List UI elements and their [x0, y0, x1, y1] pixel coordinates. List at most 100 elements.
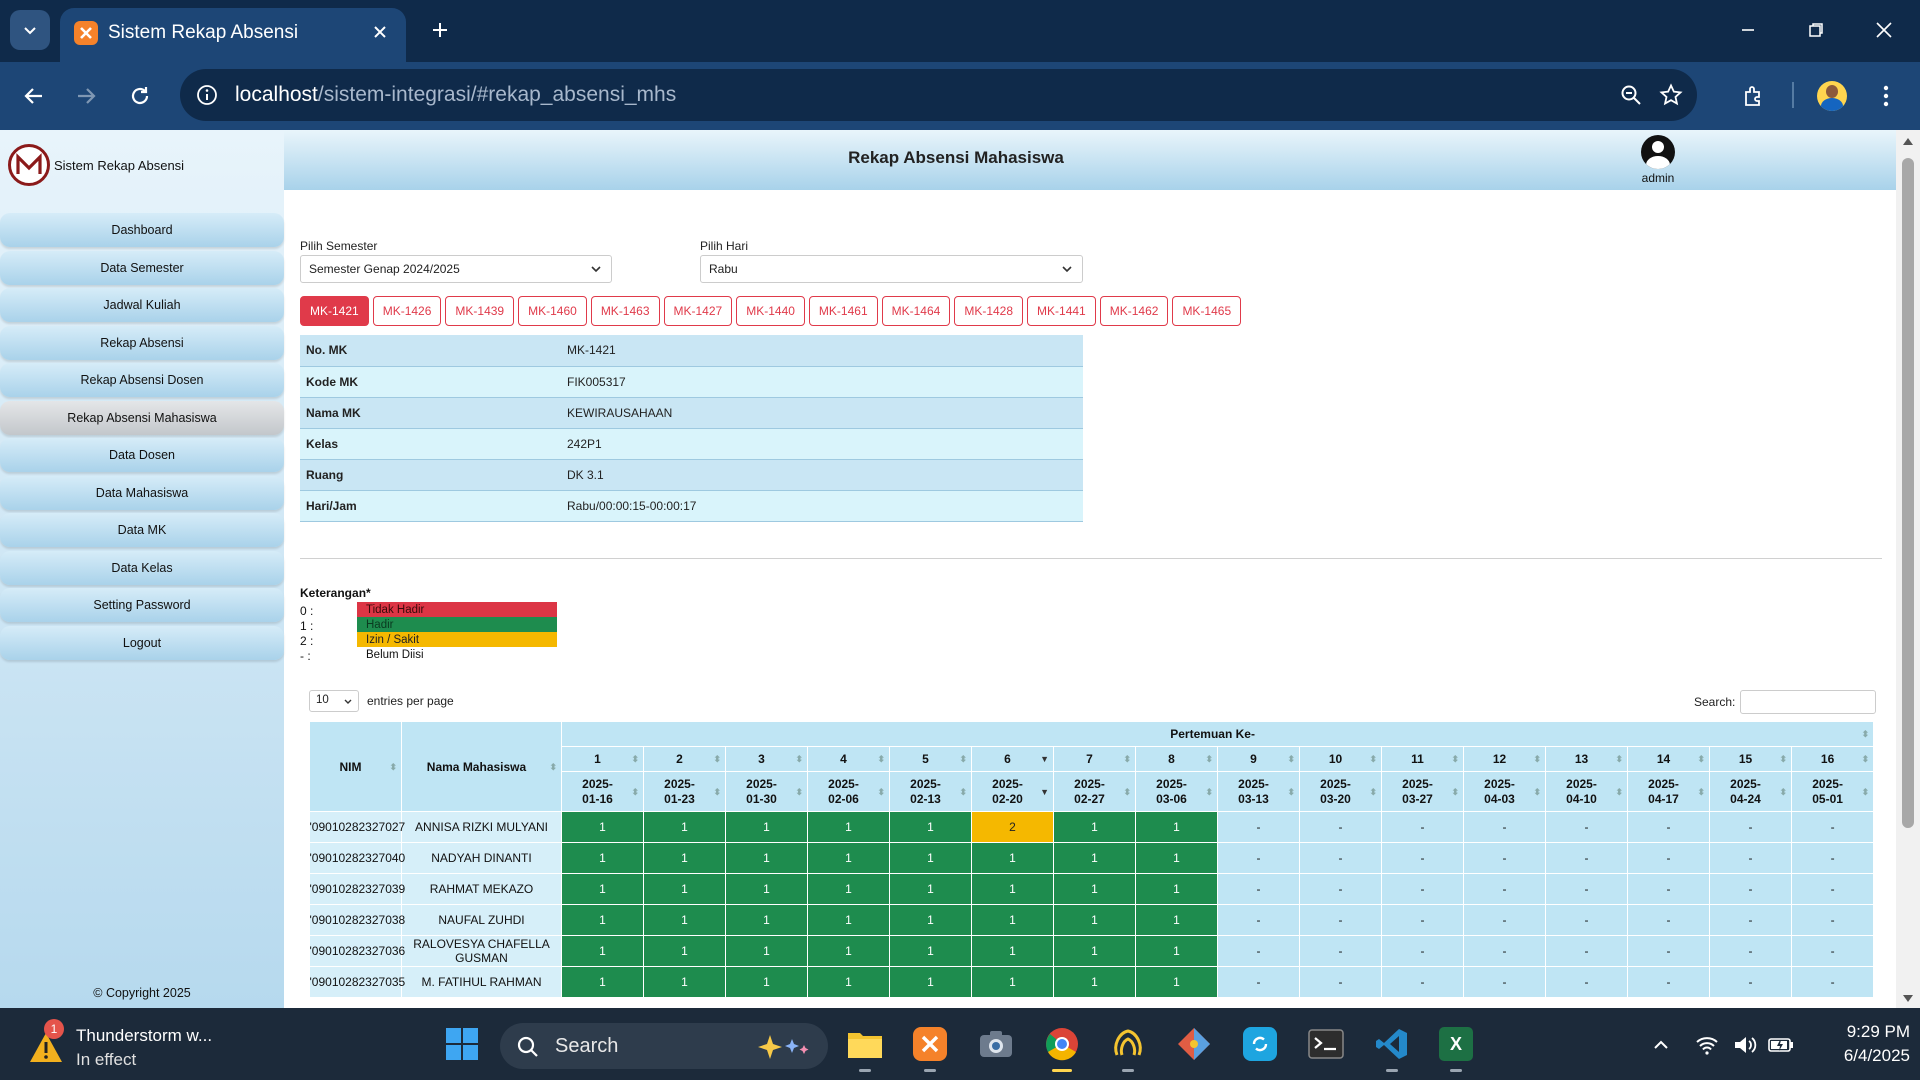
cell-attendance[interactable]: - — [1627, 842, 1710, 874]
cell-attendance[interactable]: 1 — [889, 842, 972, 874]
tab-search-dropdown[interactable] — [10, 10, 50, 50]
cell-attendance[interactable]: - — [1381, 811, 1464, 843]
table-row[interactable]: '09010282327039 RAHMAT MEKAZO 1 1 1 1 1 1 1 1- - - -… — [309, 873, 1873, 905]
cell-attendance[interactable]: 1 — [643, 873, 726, 905]
cell-attendance[interactable]: - — [1381, 842, 1464, 874]
profile-button[interactable] — [1814, 78, 1850, 114]
column-header-meeting[interactable]: 16 ⬍ — [1790, 746, 1873, 772]
site-info-icon[interactable] — [194, 82, 220, 108]
column-header-meeting[interactable]: 1 ⬍ — [561, 746, 644, 772]
battery-status[interactable] — [1766, 1030, 1796, 1060]
system-clock[interactable]: 9:29 PM 6/4/2025 — [1810, 1020, 1910, 1068]
taskbar-search[interactable]: Search — [500, 1023, 828, 1069]
cell-attendance[interactable]: 1 — [889, 873, 972, 905]
column-header-date[interactable]: 2025- 02-20 ▼ — [971, 771, 1054, 812]
cell-attendance[interactable]: 2 — [971, 811, 1054, 843]
cell-attendance[interactable]: - — [1299, 811, 1382, 843]
browser-menu-button[interactable] — [1868, 78, 1904, 114]
tray-app-yellow[interactable] — [1106, 1022, 1150, 1072]
sidebar-item-data-kelas[interactable]: Data Kelas — [0, 550, 284, 585]
cell-attendance[interactable]: - — [1627, 935, 1710, 967]
sidebar-item-data-mk[interactable]: Data MK — [0, 513, 284, 547]
volume-status[interactable] — [1730, 1030, 1760, 1060]
cell-attendance[interactable]: - — [1627, 811, 1710, 843]
cell-attendance[interactable]: - — [1709, 873, 1792, 905]
cell-attendance[interactable]: - — [1217, 966, 1300, 998]
tab-mk-1464[interactable]: MK-1464 — [881, 296, 951, 326]
sidebar-item-rekap-absensi-mahasiswa[interactable]: Rekap Absensi Mahasiswa — [0, 400, 284, 435]
cell-attendance[interactable]: 1 — [1135, 935, 1218, 967]
column-header-meeting[interactable]: 13 ⬍ — [1545, 746, 1628, 772]
cell-attendance[interactable]: - — [1217, 842, 1300, 874]
table-row[interactable]: '09010282327036 RALOVESYA CHAFELLA GUSMAN… — [309, 935, 1873, 967]
reload-button[interactable] — [120, 76, 160, 116]
column-header-meeting[interactable]: 8 ⬍ — [1135, 746, 1218, 772]
cell-attendance[interactable]: 1 — [725, 904, 808, 936]
cell-attendance[interactable]: - — [1381, 966, 1464, 998]
address-bar[interactable]: localhost/sistem-integrasi/#rekap_absens… — [180, 69, 1697, 121]
cell-attendance[interactable]: 1 — [1053, 935, 1136, 967]
cell-attendance[interactable]: 1 — [807, 966, 890, 998]
cell-attendance[interactable]: 1 — [807, 842, 890, 874]
cell-attendance[interactable]: - — [1217, 904, 1300, 936]
column-header-date[interactable]: 2025- 02-27 ⬍ — [1053, 771, 1136, 812]
tab-mk-1465[interactable]: MK-1465 — [1172, 296, 1242, 326]
new-tab-button[interactable] — [424, 14, 456, 46]
cell-attendance[interactable]: - — [1381, 904, 1464, 936]
cell-attendance[interactable]: - — [1627, 904, 1710, 936]
cell-attendance[interactable]: - — [1463, 842, 1546, 874]
scrollbar-thumb[interactable] — [1902, 158, 1914, 828]
vscode-app[interactable] — [1370, 1022, 1414, 1072]
cell-attendance[interactable]: - — [1791, 904, 1873, 936]
cell-attendance[interactable]: - — [1709, 935, 1792, 967]
cell-attendance[interactable]: 1 — [1053, 966, 1136, 998]
column-header-meeting[interactable]: 15 ⬍ — [1709, 746, 1792, 772]
cell-attendance[interactable]: 1 — [643, 935, 726, 967]
cell-attendance[interactable]: - — [1545, 842, 1628, 874]
sidebar-item-setting-password[interactable]: Setting Password — [0, 588, 284, 622]
cell-attendance[interactable]: 1 — [561, 904, 644, 936]
sidebar-item-data-semester[interactable]: Data Semester — [0, 250, 284, 285]
cell-attendance[interactable]: - — [1463, 966, 1546, 998]
forward-button[interactable] — [66, 76, 106, 116]
start-button[interactable] — [440, 1022, 484, 1066]
brand[interactable]: Sistem Rekap Absensi — [8, 144, 184, 186]
tab-mk-1461[interactable]: MK-1461 — [808, 296, 878, 326]
cell-attendance[interactable]: 1 — [1053, 842, 1136, 874]
browser-tab[interactable]: Sistem Rekap Absensi — [60, 8, 406, 62]
cell-attendance[interactable]: 1 — [725, 966, 808, 998]
cell-attendance[interactable]: 1 — [971, 935, 1054, 967]
column-header-date[interactable]: 2025- 01-16 ⬍ — [561, 771, 644, 812]
sidebar-item-logout[interactable]: Logout — [0, 625, 284, 660]
column-header-nama[interactable]: Nama Mahasiswa ⬍ — [401, 721, 562, 812]
scroll-up-icon[interactable] — [1902, 136, 1914, 146]
column-header-meeting[interactable]: 5 ⬍ — [889, 746, 972, 772]
xampp-app[interactable] — [908, 1022, 952, 1072]
cell-attendance[interactable]: 1 — [889, 966, 972, 998]
cell-attendance[interactable]: - — [1545, 811, 1628, 843]
cell-attendance[interactable]: - — [1299, 935, 1382, 967]
cell-attendance[interactable]: 1 — [1135, 842, 1218, 874]
cell-attendance[interactable]: - — [1791, 811, 1873, 843]
column-header-date[interactable]: 2025- 01-23 ⬍ — [643, 771, 726, 812]
cell-attendance[interactable]: - — [1381, 935, 1464, 967]
cell-attendance[interactable]: 1 — [643, 842, 726, 874]
cell-attendance[interactable]: - — [1709, 842, 1792, 874]
cell-attendance[interactable]: 1 — [725, 935, 808, 967]
entries-select[interactable]: 10 — [309, 690, 359, 712]
sidebar-item-rekap-absensi-dosen[interactable]: Rekap Absensi Dosen — [0, 363, 284, 397]
cell-attendance[interactable]: - — [1217, 811, 1300, 843]
column-header-meeting[interactable]: 4 ⬍ — [807, 746, 890, 772]
cell-attendance[interactable]: - — [1791, 966, 1873, 998]
bookmark-star-icon[interactable] — [1658, 82, 1684, 108]
cell-attendance[interactable]: - — [1627, 873, 1710, 905]
column-header-meeting[interactable]: 10 ⬍ — [1299, 746, 1382, 772]
cell-attendance[interactable]: 1 — [889, 935, 972, 967]
restore-button[interactable] — [1794, 10, 1838, 50]
cell-attendance[interactable]: - — [1299, 873, 1382, 905]
cell-attendance[interactable]: 1 — [1135, 873, 1218, 905]
cell-attendance[interactable]: - — [1299, 904, 1382, 936]
cell-attendance[interactable]: 1 — [725, 873, 808, 905]
cell-attendance[interactable]: 1 — [561, 842, 644, 874]
cell-attendance[interactable]: 1 — [725, 811, 808, 843]
